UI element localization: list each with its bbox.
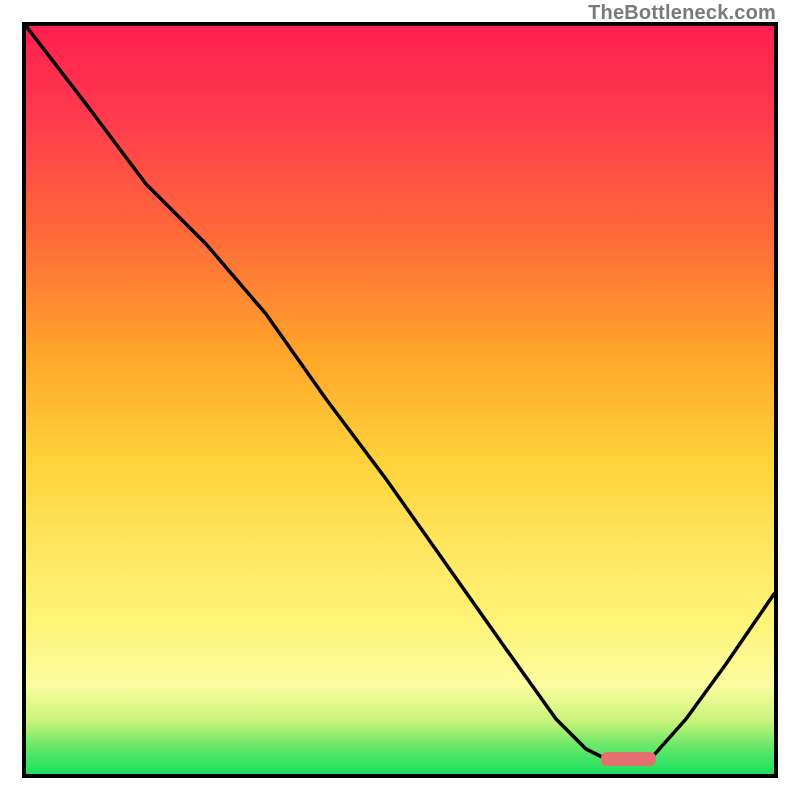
optimal-range-marker	[601, 752, 656, 766]
chart-frame	[22, 22, 778, 778]
bottleneck-curve	[26, 26, 774, 764]
chart-svg	[26, 26, 774, 774]
